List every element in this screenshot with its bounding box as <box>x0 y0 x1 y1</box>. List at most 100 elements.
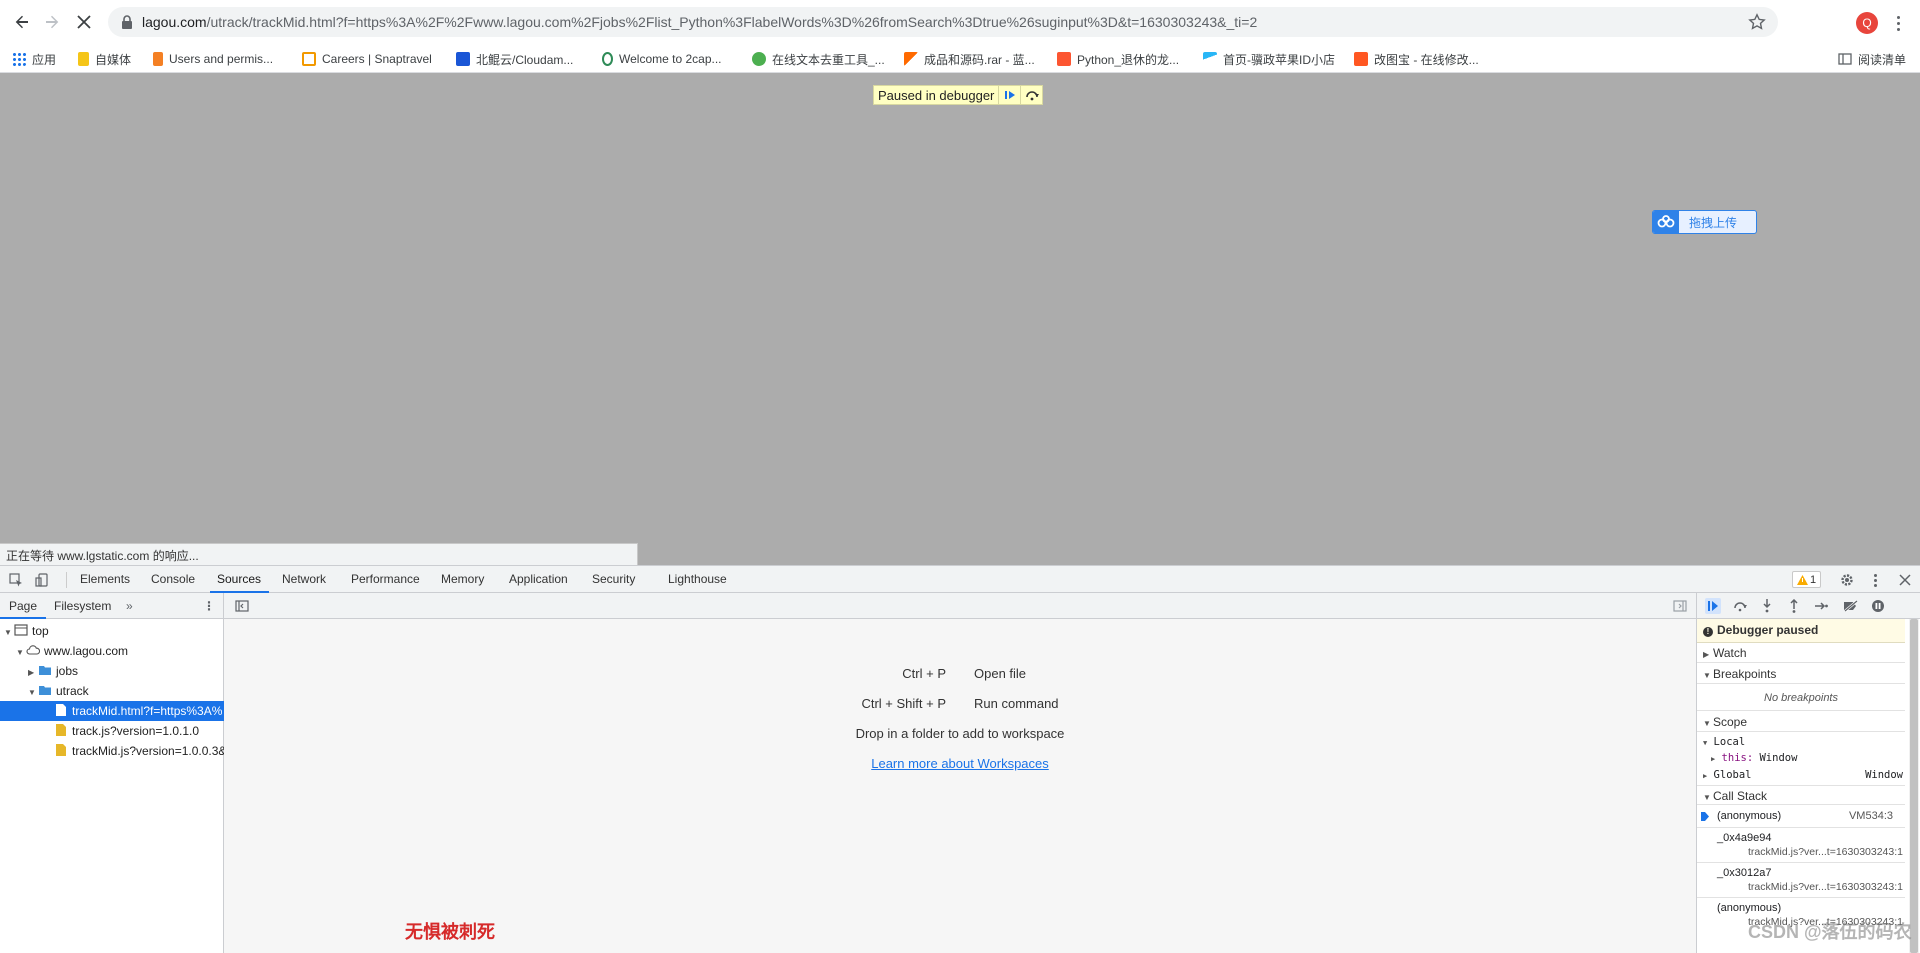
browser-menu-button[interactable] <box>1890 12 1906 34</box>
tab-page[interactable]: Page <box>0 593 47 619</box>
open-file-shortcut-key: Ctrl + P <box>902 666 946 681</box>
csdn-watermark: CSDN @落伍的码农 <box>1748 922 1912 942</box>
tab-lighthouse[interactable]: Lighthouse <box>668 566 727 593</box>
bird-icon <box>1203 52 1217 66</box>
tree-item-file-track-js[interactable]: track.js?version=1.0.1.0 <box>0 721 224 741</box>
profile-avatar[interactable]: Q <box>1856 12 1878 34</box>
devtools-tab-bar: Elements Console Sources Network Perform… <box>0 566 1920 593</box>
call-frame-1[interactable]: _0x4a9e94 trackMid.js?ver...t=1630303243… <box>1697 829 1905 863</box>
tab-performance[interactable]: Performance <box>351 566 420 593</box>
scope-global[interactable]: ▶ Global Window <box>1703 767 1903 783</box>
stop-loading-button[interactable] <box>72 10 96 34</box>
tab-network[interactable]: Network <box>282 566 326 593</box>
2captcha-icon <box>602 52 613 66</box>
collapse-triangle-icon: ▼ <box>1703 719 1711 728</box>
tab-memory[interactable]: Memory <box>441 566 484 593</box>
step-button[interactable] <box>1813 598 1829 614</box>
warnings-badge[interactable]: 1 <box>1792 571 1822 588</box>
tree-item-file-trackmid-html[interactable]: trackMid.html?f=https%3A% <box>0 701 224 721</box>
back-button[interactable] <box>10 10 34 34</box>
folder-icon <box>78 52 89 66</box>
device-toolbar-icon[interactable] <box>34 572 50 588</box>
deactivate-breakpoints-button[interactable] <box>1843 598 1859 614</box>
step-into-button[interactable] <box>1759 598 1775 614</box>
navigator-menu-icon[interactable]: ⋮ <box>203 593 215 619</box>
reading-list-button[interactable]: 阅读清单 <box>1838 49 1906 69</box>
devtools-menu-icon[interactable] <box>1867 572 1883 588</box>
toggle-navigator-icon[interactable] <box>234 598 250 614</box>
sources-editor-area: Ctrl + P Open file Ctrl + Shift + P Run … <box>224 593 1696 953</box>
section-call-stack[interactable]: ▼ Call Stack <box>1697 785 1905 805</box>
step-out-button[interactable] <box>1786 598 1802 614</box>
scope-local[interactable]: ▼ Local <box>1703 734 1745 750</box>
step-out-icon <box>1790 599 1798 613</box>
close-icon <box>77 15 91 29</box>
tree-item-file-trackmid-js[interactable]: trackMid.js?version=1.0.0.3& <box>0 741 224 761</box>
tree-item-folder-jobs[interactable]: ▶ jobs <box>0 661 224 681</box>
browser-toolbar: lagou.com/utrack/trackMid.html?f=https%3… <box>0 0 1920 45</box>
no-breakpoints-text: No breakpoints <box>1697 685 1905 711</box>
step-into-icon <box>1763 599 1771 613</box>
bookmark-cloudam[interactable]: 北鲲云/Cloudam... <box>456 49 573 69</box>
debugger-scrollbar[interactable] <box>1909 619 1919 953</box>
tab-security[interactable]: Security <box>592 566 635 593</box>
step-over-icon <box>1734 602 1747 612</box>
bookmarks-bar: 应用 自媒体 Users and permis... Careers | Sna… <box>0 45 1920 73</box>
debugger-paused-banner: ! Debugger paused <box>1697 619 1905 643</box>
tree-item-top[interactable]: ▼ top <box>0 621 224 641</box>
bookmark-csdn[interactable]: Python_退休的龙... <box>1057 49 1179 69</box>
close-devtools-icon[interactable] <box>1897 572 1913 588</box>
section-breakpoints[interactable]: ▼ Breakpoints <box>1697 664 1905 684</box>
html-file-icon <box>56 704 66 716</box>
bookmark-lanzou[interactable]: 成品和源码.rar - 蓝... <box>904 49 1035 69</box>
bookmark-snaptravel[interactable]: Careers | Snaptravel <box>302 49 432 69</box>
section-scope[interactable]: ▼ Scope <box>1697 712 1905 732</box>
pause-on-exceptions-button[interactable] <box>1870 598 1886 614</box>
expand-triangle-icon: ▶ <box>1703 650 1710 659</box>
settings-gear-icon[interactable] <box>1839 572 1855 588</box>
learn-more-workspaces-link[interactable]: Learn more about Workspaces <box>224 756 1696 771</box>
url-text: lagou.com/utrack/trackMid.html?f=https%3… <box>142 14 1258 30</box>
gaitubao-icon <box>1354 52 1368 66</box>
frog-icon <box>752 52 766 66</box>
bookmark-dedupe-tool[interactable]: 在线文本去重工具_... <box>752 49 885 69</box>
run-command-shortcut-key: Ctrl + Shift + P <box>861 696 946 711</box>
section-watch[interactable]: ▶ Watch <box>1697 643 1905 663</box>
tab-application[interactable]: Application <box>509 566 568 593</box>
step-over-button[interactable] <box>1732 598 1748 614</box>
sources-navigator: Page Filesystem » ⋮ ▼ top ▼ www.lagou.com … <box>0 593 224 953</box>
bookmark-users-permissions[interactable]: Users and permis... <box>153 49 273 69</box>
inspect-element-icon[interactable] <box>8 572 24 588</box>
bookmark-apple-id-shop[interactable]: 首页-骥政苹果ID小店 <box>1203 49 1335 69</box>
bookmark-folder-zimeiti[interactable]: 自媒体 <box>78 49 131 69</box>
call-frame-2[interactable]: _0x3012a7 trackMid.js?ver...t=1630303243… <box>1697 864 1905 898</box>
tree-item-domain[interactable]: ▼ www.lagou.com <box>0 641 224 661</box>
scope-this-entry[interactable]: ▶ this: Window <box>1711 750 1797 766</box>
tree-item-folder-utrack[interactable]: ▼ utrack <box>0 681 224 701</box>
more-tabs-chevron-icon[interactable]: » <box>126 593 133 619</box>
drag-upload-widget[interactable]: 拖拽上传 <box>1652 210 1757 234</box>
bookmark-gaitubao[interactable]: 改图宝 - 在线修改... <box>1354 49 1479 69</box>
forward-button[interactable] <box>40 10 64 34</box>
deactivate-breakpoints-icon <box>1844 600 1858 612</box>
resume-button[interactable] <box>998 86 1020 104</box>
tab-elements[interactable]: Elements <box>80 566 130 593</box>
step-over-button[interactable] <box>1020 86 1042 104</box>
csdn-icon <box>1057 52 1071 66</box>
lock-icon <box>122 15 132 29</box>
resume-button[interactable] <box>1705 598 1721 614</box>
tab-console[interactable]: Console <box>151 566 195 593</box>
tab-filesystem[interactable]: Filesystem <box>54 593 111 619</box>
tab-sources[interactable]: Sources <box>210 566 270 593</box>
snaptravel-icon <box>302 52 316 66</box>
bookmark-2captcha[interactable]: Welcome to 2cap... <box>602 49 722 69</box>
js-file-icon <box>56 724 66 736</box>
toggle-debugger-icon[interactable] <box>1672 598 1688 614</box>
call-frame-0[interactable]: (anonymous) VM534:3 <box>1697 806 1905 828</box>
bookmark-apps[interactable]: 应用 <box>12 49 56 69</box>
address-bar[interactable]: lagou.com/utrack/trackMid.html?f=https%3… <box>108 7 1778 37</box>
resume-icon <box>1708 601 1718 611</box>
debugger-sidebar: ! Debugger paused ▶ Watch ▼ Breakpoints No … <box>1696 593 1920 953</box>
folder-icon <box>39 666 51 675</box>
bookmark-star-icon[interactable] <box>1748 13 1766 31</box>
